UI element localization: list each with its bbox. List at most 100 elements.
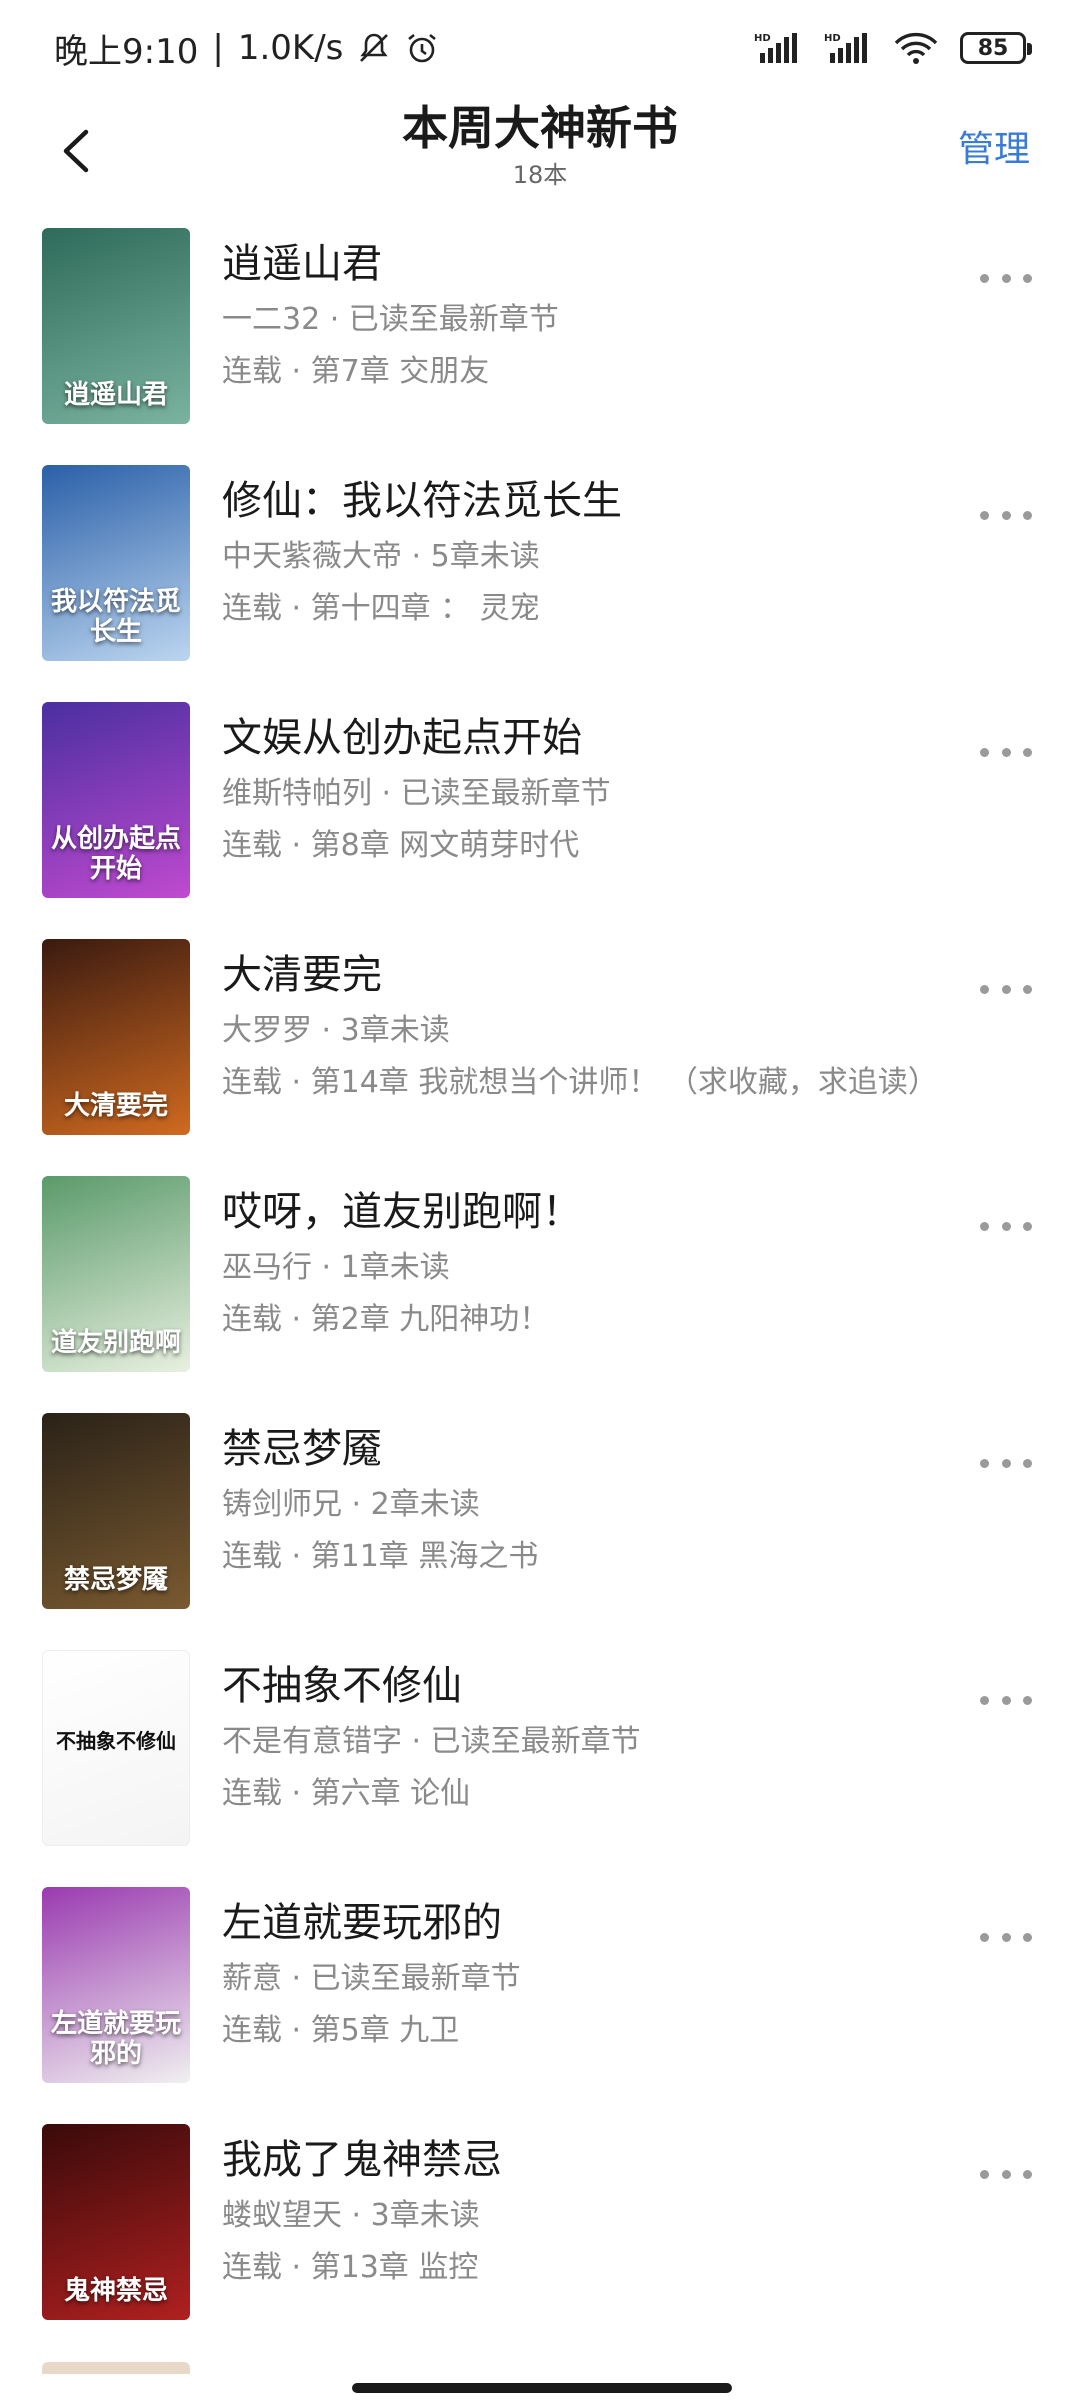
book-title: 不抽象不修仙	[222, 1663, 462, 1709]
book-item[interactable]: 鬼神禁忌 我成了鬼神禁忌 蝼蚁望天 · 3章未读 连载 · 第13章 监控	[0, 2118, 1080, 2355]
dot-icon	[1001, 984, 1011, 994]
cover-title: 大清要完	[63, 1091, 168, 1121]
back-button[interactable]	[36, 106, 116, 196]
book-item[interactable]: 从创办起点开始 文娱从创办起点开始 维斯特帕列 · 已读至最新章节 连载 · 第…	[0, 696, 1080, 933]
book-info[interactable]: 修仙：我以符法觅长生 中天紫薇大帝 · 5章未读 连载 · 第十四章 ： 灵宠	[222, 473, 960, 631]
dot-icon	[980, 984, 989, 994]
cover-title: 道友别跑啊	[50, 1328, 181, 1358]
book-meta: 巫马行 · 1章未读	[222, 1250, 450, 1285]
header: 本周大神新书 18本 管理	[0, 96, 1080, 206]
book-item[interactable]: 逍遥山君 逍遥山君 一二32 · 已读至最新章节 连载 · 第7章 交朋友	[0, 222, 1080, 459]
cover-title: 鬼神禁忌	[63, 2276, 168, 2306]
chapter-title: 第14章 我就想当个讲师！ （求收藏，求追读）	[310, 1065, 938, 1100]
cover-title: 从创办起点开始	[50, 824, 181, 884]
chapter-title: 第7章 交朋友	[310, 354, 490, 389]
more-options-button[interactable]	[974, 1206, 1038, 1246]
dot-icon	[1023, 273, 1032, 283]
serial-status: 连载	[222, 591, 282, 626]
book-cover[interactable]: 道友别跑啊	[42, 1176, 190, 1372]
cover-title: 逍遥山君	[63, 380, 168, 410]
book-cover[interactable]: 我以符法觅长生	[42, 465, 190, 661]
dot-icon	[1023, 1932, 1032, 1942]
book-item[interactable]: 禁忌梦魇 禁忌梦魇 铸剑师兄 · 2章未读 连载 · 第11章 黑海之书	[0, 1407, 1080, 1644]
book-info[interactable]: 禁忌梦魇 铸剑师兄 · 2章未读 连载 · 第11章 黑海之书	[222, 1421, 960, 1579]
title-wrap: 本周大神新书 18本	[240, 96, 840, 190]
serial-status: 连载	[222, 1539, 282, 1574]
read-progress: 3章未读	[370, 2198, 480, 2233]
dot-icon	[980, 2169, 989, 2179]
latest-chapter: 连载 · 第8章 网文萌芽时代	[222, 828, 580, 863]
read-progress: 已读至最新章节	[430, 1724, 641, 1759]
more-options-button[interactable]	[974, 732, 1038, 772]
svg-text:HD: HD	[824, 33, 841, 44]
dot-icon	[1023, 747, 1032, 757]
chapter-title: 第十四章 ： 灵宠	[310, 591, 540, 626]
book-item[interactable]: 道友别跑啊 哎呀，道友别跑啊！ 巫马行 · 1章未读 连载 · 第2章 九阳神功…	[0, 1170, 1080, 1407]
more-options-button[interactable]	[974, 969, 1038, 1009]
more-options-button[interactable]	[974, 495, 1038, 535]
chapter-title: 第8章 网文萌芽时代	[310, 828, 580, 863]
book-meta: 大罗罗 · 3章未读	[222, 1013, 450, 1048]
book-list: 逍遥山君 逍遥山君 一二32 · 已读至最新章节 连载 · 第7章 交朋友 我以…	[0, 222, 1080, 2355]
cover-title: 我以符法觅长生	[50, 587, 181, 647]
latest-chapter: 连载 · 第十四章 ： 灵宠	[222, 591, 540, 626]
cover-title: 左道就要玩邪的	[50, 2009, 181, 2069]
more-options-button[interactable]	[974, 1443, 1038, 1483]
book-cover[interactable]: 逍遥山君	[42, 228, 190, 424]
latest-chapter: 连载 · 第7章 交朋友	[222, 354, 490, 389]
book-cover[interactable]: 大清要完	[42, 939, 190, 1135]
book-author: 大罗罗	[222, 1013, 312, 1048]
more-options-button[interactable]	[974, 258, 1038, 298]
book-info[interactable]: 我成了鬼神禁忌 蝼蚁望天 · 3章未读 连载 · 第13章 监控	[222, 2132, 960, 2290]
book-meta: 蝼蚁望天 · 3章未读	[222, 2198, 480, 2233]
serial-status: 连载	[222, 1302, 282, 1337]
book-cover[interactable]: 左道就要玩邪的	[42, 1887, 190, 2083]
book-meta: 不是有意错字 · 已读至最新章节	[222, 1724, 641, 1759]
serial-status: 连载	[222, 2013, 282, 2048]
partial-book-cover	[42, 2362, 190, 2374]
book-title: 大清要完	[222, 952, 382, 998]
book-info[interactable]: 大清要完 大罗罗 · 3章未读 连载 · 第14章 我就想当个讲师！ （求收藏，…	[222, 947, 960, 1105]
book-item[interactable]: 左道就要玩邪的 左道就要玩邪的 薪意 · 已读至最新章节 连载 · 第5章 九卫	[0, 1881, 1080, 2118]
book-author: 维斯特帕列	[222, 776, 372, 811]
book-info[interactable]: 文娱从创办起点开始 维斯特帕列 · 已读至最新章节 连载 · 第8章 网文萌芽时…	[222, 710, 960, 868]
book-item[interactable]: 不抽象不修仙 不抽象不修仙 不是有意错字 · 已读至最新章节 连载 · 第六章 …	[0, 1644, 1080, 1881]
status-divider: |	[212, 28, 224, 68]
dot-icon	[1001, 1458, 1011, 1468]
book-author: 铸剑师兄	[222, 1487, 342, 1522]
book-title: 哎呀，道友别跑啊！	[222, 1189, 582, 1235]
book-author: 巫马行	[222, 1250, 312, 1285]
latest-chapter: 连载 · 第14章 我就想当个讲师！ （求收藏，求追读）	[222, 1065, 938, 1100]
latest-chapter: 连载 · 第11章 黑海之书	[222, 1539, 539, 1574]
book-item[interactable]: 大清要完 大清要完 大罗罗 · 3章未读 连载 · 第14章 我就想当个讲师！ …	[0, 933, 1080, 1170]
more-options-button[interactable]	[974, 1680, 1038, 1720]
book-author: 薪意	[222, 1961, 282, 1996]
read-progress: 已读至最新章节	[348, 302, 559, 337]
cover-title: 禁忌梦魇	[63, 1565, 168, 1595]
dot-icon	[1023, 1221, 1032, 1231]
book-cover[interactable]: 禁忌梦魇	[42, 1413, 190, 1609]
book-item[interactable]: 我以符法觅长生 修仙：我以符法觅长生 中天紫薇大帝 · 5章未读 连载 · 第十…	[0, 459, 1080, 696]
book-info[interactable]: 逍遥山君 一二32 · 已读至最新章节 连载 · 第7章 交朋友	[222, 236, 960, 394]
manage-button[interactable]: 管理	[958, 110, 1030, 190]
book-info[interactable]: 不抽象不修仙 不是有意错字 · 已读至最新章节 连载 · 第六章 论仙	[222, 1658, 960, 1816]
book-info[interactable]: 哎呀，道友别跑啊！ 巫马行 · 1章未读 连载 · 第2章 九阳神功！	[222, 1184, 960, 1342]
book-info[interactable]: 左道就要玩邪的 薪意 · 已读至最新章节 连载 · 第5章 九卫	[222, 1895, 960, 2053]
book-title: 我成了鬼神禁忌	[222, 2137, 502, 2183]
book-meta: 一二32 · 已读至最新章节	[222, 302, 559, 337]
book-cover[interactable]: 鬼神禁忌	[42, 2124, 190, 2320]
book-cover[interactable]: 不抽象不修仙	[42, 1650, 190, 1846]
mute-icon	[357, 31, 391, 65]
book-title: 左道就要玩邪的	[222, 1900, 502, 1946]
book-meta: 铸剑师兄 · 2章未读	[222, 1487, 480, 1522]
chapter-title: 第13章 监控	[310, 2250, 479, 2285]
book-author: 蝼蚁望天	[222, 2198, 342, 2233]
book-author: 不是有意错字	[222, 1724, 402, 1759]
more-options-button[interactable]	[974, 1917, 1038, 1957]
dot-icon	[980, 1458, 989, 1468]
dot-icon	[980, 1221, 989, 1231]
wifi-icon	[894, 31, 938, 65]
dot-icon	[1001, 747, 1011, 757]
more-options-button[interactable]	[974, 2154, 1038, 2194]
book-cover[interactable]: 从创办起点开始	[42, 702, 190, 898]
